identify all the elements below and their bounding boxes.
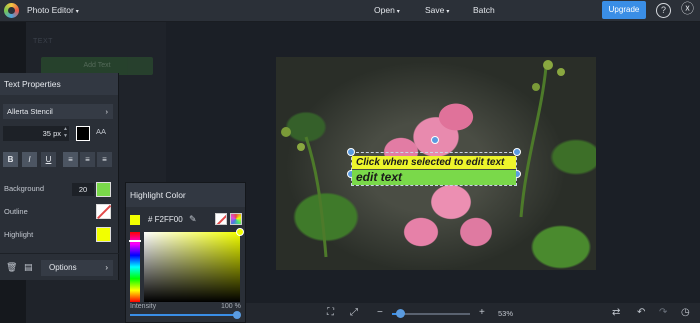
app-title-menu[interactable]: Photo Editor ▾ <box>27 5 79 15</box>
hex-input[interactable]: # F2FF00 <box>148 215 183 224</box>
background-label: Background <box>4 184 45 193</box>
text-case-button[interactable]: AA <box>96 127 106 136</box>
zoom-in-icon[interactable]: + <box>479 307 485 318</box>
options-button[interactable]: Options › <box>41 260 113 276</box>
chevron-down-icon: ▾ <box>446 9 450 15</box>
font-size-input[interactable]: 35 px <box>3 126 69 141</box>
intensity-slider[interactable] <box>130 314 238 316</box>
align-center-button[interactable]: ≡ <box>80 152 95 167</box>
outline-color-swatch[interactable] <box>96 204 111 219</box>
resize-handle-tr[interactable] <box>513 148 521 156</box>
text-line-2[interactable]: edit text <box>352 170 516 185</box>
bold-button[interactable]: B <box>3 152 18 167</box>
compare-icon[interactable]: ⇄ <box>612 307 620 318</box>
highlight-color-swatch[interactable] <box>96 227 111 242</box>
zoom-value: 53% <box>498 309 514 318</box>
bottom-toolbar <box>246 303 700 323</box>
side-panel-heading: TEXT <box>33 38 53 45</box>
save-menu[interactable]: Save ▾ <box>425 5 449 15</box>
zoom-out-icon[interactable]: − <box>377 307 383 318</box>
color-picker-marker[interactable] <box>236 228 244 236</box>
chevron-right-icon: › <box>105 263 108 272</box>
redo-icon[interactable]: ↷ <box>659 307 667 318</box>
save-label: Save <box>425 5 445 15</box>
hue-slider[interactable] <box>130 232 140 302</box>
rotate-handle[interactable] <box>431 136 439 144</box>
background-color-swatch[interactable] <box>96 182 111 197</box>
upgrade-button[interactable]: Upgrade <box>602 1 646 19</box>
open-menu[interactable]: Open ▾ <box>374 5 400 15</box>
align-right-button[interactable]: ≡ <box>97 152 112 167</box>
current-color-swatch <box>130 215 140 225</box>
resize-handle-tl[interactable] <box>347 148 355 156</box>
options-label: Options <box>49 263 77 272</box>
open-label: Open <box>374 5 395 15</box>
panel-title: Text Properties <box>0 73 118 95</box>
italic-button[interactable]: I <box>22 152 37 167</box>
fit-screen-icon[interactable]: ⛶ <box>327 307 334 318</box>
actual-size-icon[interactable]: ⤢ <box>350 307 358 318</box>
font-select[interactable]: Allerta Stencil › <box>3 104 113 119</box>
text-properties-panel: Text Properties Allerta Stencil › 35 px ▲… <box>0 73 119 280</box>
text-line-1[interactable]: Click when selected to edit text <box>352 156 516 169</box>
app-title: Photo Editor <box>27 5 74 15</box>
intensity-label: Intensity <box>130 303 157 310</box>
undo-icon[interactable]: ↶ <box>637 307 645 318</box>
gradient-swatch[interactable] <box>230 213 242 225</box>
chevron-down-icon: ▾ <box>396 9 400 15</box>
outline-label: Outline <box>4 207 28 216</box>
trash-icon[interactable]: 🗑 <box>6 262 17 274</box>
underline-button[interactable]: U <box>41 152 56 167</box>
size-stepper-icon[interactable]: ▲ ▼ <box>63 126 68 140</box>
saturation-value-picker[interactable] <box>144 232 240 302</box>
help-icon[interactable]: ? <box>656 3 671 18</box>
intensity-value: 100 % <box>221 303 241 310</box>
text-color-swatch[interactable] <box>76 126 90 141</box>
hue-marker[interactable] <box>129 240 141 242</box>
chevron-right-icon: › <box>105 107 109 116</box>
close-circle-icon[interactable]: ⓧ <box>680 2 695 18</box>
history-icon[interactable]: ◷ <box>681 307 690 318</box>
chevron-down-icon: ▾ <box>75 9 79 15</box>
zoom-slider-knob[interactable] <box>395 309 405 318</box>
align-left-button[interactable]: ≡ <box>63 152 78 167</box>
font-value: Allerta Stencil <box>7 107 53 116</box>
highlight-label: Highlight <box>4 230 34 239</box>
highlight-panel-title: Highlight Color <box>126 183 245 207</box>
batch-label: Batch <box>473 5 495 15</box>
no-color-swatch[interactable] <box>215 213 227 225</box>
app-logo-icon[interactable] <box>4 3 19 18</box>
batch-button[interactable]: Batch <box>473 5 495 15</box>
layers-icon[interactable]: ▤ <box>24 262 35 274</box>
intensity-slider-knob[interactable] <box>233 311 241 319</box>
highlight-color-panel: Highlight Color # F2FF00 ✎ Intensity 100… <box>125 182 246 323</box>
background-opacity-input[interactable]: 20 <box>72 183 94 196</box>
top-bar: Photo Editor ▾ Open ▾ Save ▾ Batch Upgrade … <box>0 0 700 22</box>
eyedropper-icon[interactable]: ✎ <box>189 214 197 225</box>
panel-footer: 🗑 ▤ Options › <box>0 253 119 280</box>
